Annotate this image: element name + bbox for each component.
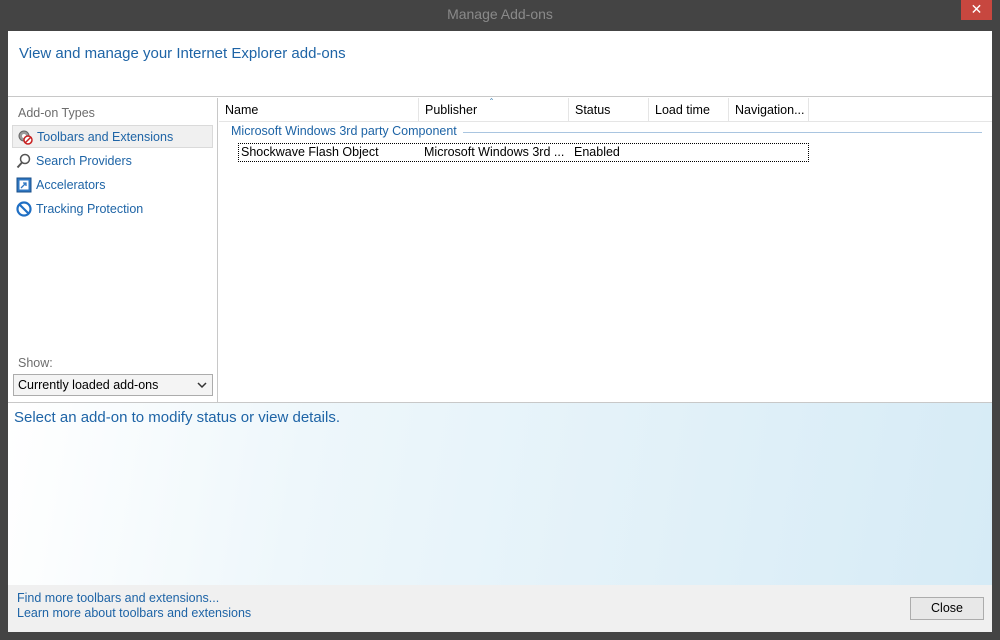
dialog-footer: Find more toolbars and extensions... Lea… bbox=[8, 585, 992, 632]
dialog-client-area: View and manage your Internet Explorer a… bbox=[8, 31, 992, 632]
cell-load-time bbox=[654, 144, 729, 161]
toolbars-extensions-icon bbox=[17, 129, 33, 145]
show-filter-select[interactable]: Currently loaded add-ons bbox=[13, 374, 213, 396]
header-title: View and manage your Internet Explorer a… bbox=[19, 45, 346, 62]
column-header-status[interactable]: Status bbox=[569, 98, 649, 122]
close-button[interactable]: Close bbox=[910, 597, 984, 620]
addon-list: Name Publisher Status Load time Navigati… bbox=[219, 98, 992, 402]
accelerator-icon bbox=[16, 177, 32, 193]
cell-status: Enabled bbox=[574, 145, 620, 159]
sidebar-item-accelerators[interactable]: Accelerators bbox=[12, 173, 213, 196]
column-headers: Name Publisher Status Load time Navigati… bbox=[219, 98, 992, 122]
window-close-button[interactable]: ✕ bbox=[961, 0, 992, 20]
details-prompt: Select an add-on to modify status or vie… bbox=[14, 409, 341, 426]
manage-addons-window: Manage Add-ons ✕ View and manage your In… bbox=[0, 0, 1000, 640]
column-header-load-time[interactable]: Load time bbox=[649, 98, 729, 122]
details-pane: Select an add-on to modify status or vie… bbox=[8, 402, 992, 585]
group-divider bbox=[462, 131, 982, 133]
sidebar-item-tracking-protection[interactable]: Tracking Protection bbox=[12, 197, 213, 220]
cell-publisher: Microsoft Windows 3rd ... bbox=[424, 145, 565, 159]
cell-navigation bbox=[734, 144, 809, 161]
addon-types-pane: Add-on Types Toolbars and Extensions Sea… bbox=[8, 98, 218, 402]
addon-types-label: Add-on Types bbox=[18, 106, 95, 120]
window-title: Manage Add-ons bbox=[447, 6, 553, 22]
sidebar-item-label: Accelerators bbox=[36, 177, 106, 192]
chevron-down-icon bbox=[196, 375, 208, 395]
sidebar-item-label: Tracking Protection bbox=[36, 201, 144, 216]
column-header-name[interactable]: Name bbox=[219, 98, 419, 122]
column-header-navigation[interactable]: Navigation... bbox=[729, 98, 809, 122]
dialog-header: View and manage your Internet Explorer a… bbox=[8, 31, 992, 97]
show-label: Show: bbox=[18, 356, 53, 370]
sidebar-item-toolbars-extensions[interactable]: Toolbars and Extensions bbox=[12, 125, 213, 148]
find-more-link[interactable]: Find more toolbars and extensions... bbox=[17, 591, 219, 605]
cell-name: Shockwave Flash Object bbox=[241, 145, 379, 159]
column-header-publisher[interactable]: Publisher bbox=[419, 98, 569, 122]
sidebar-item-label: Toolbars and Extensions bbox=[37, 129, 174, 144]
sidebar-item-search-providers[interactable]: Search Providers bbox=[12, 149, 213, 172]
sidebar-item-label: Search Providers bbox=[36, 153, 132, 168]
group-header: Microsoft Windows 3rd party Component bbox=[231, 124, 982, 138]
tracking-protection-icon bbox=[16, 200, 32, 217]
learn-more-link[interactable]: Learn more about toolbars and extensions bbox=[17, 606, 251, 620]
sort-ascending-icon: ˆ bbox=[489, 98, 494, 109]
show-filter-value: Currently loaded add-ons bbox=[18, 378, 159, 392]
group-label: Microsoft Windows 3rd party Component bbox=[231, 124, 457, 138]
table-row[interactable]: Shockwave Flash Object Microsoft Windows… bbox=[238, 143, 809, 162]
search-icon bbox=[16, 153, 32, 169]
title-bar[interactable]: Manage Add-ons ✕ bbox=[0, 0, 1000, 31]
